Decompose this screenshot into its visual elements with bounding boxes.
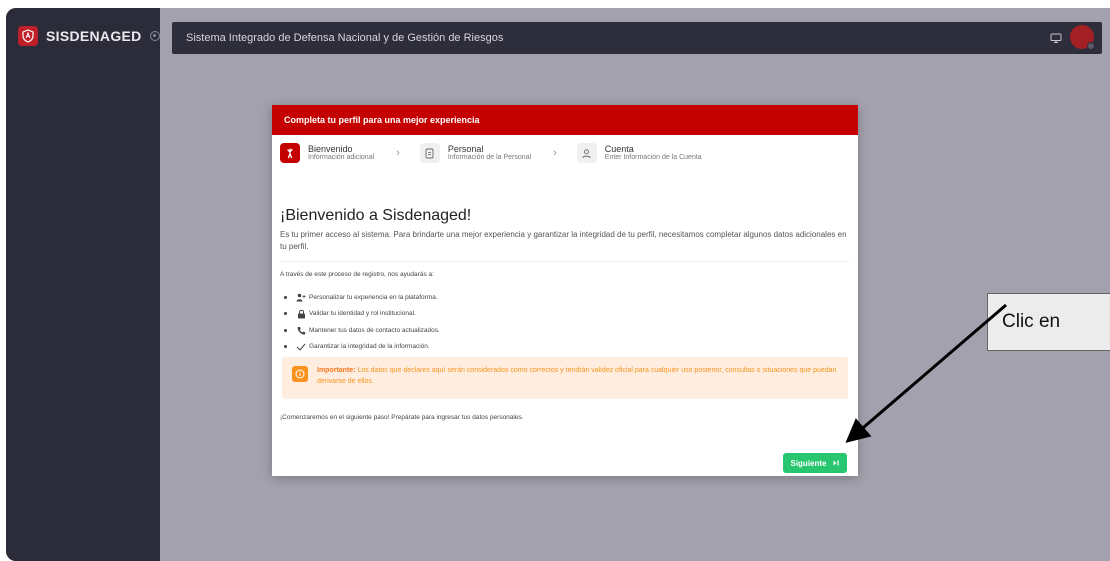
stepper: Bienvenido Información adicional › Perso… (280, 143, 702, 163)
system-title: Sistema Integrado de Defensa Nacional y … (186, 32, 504, 44)
brand-name: SISDENAGED (46, 28, 142, 44)
avatar[interactable] (1070, 25, 1095, 50)
welcome-description: Es tu primer acceso al sistema. Para bri… (280, 230, 847, 252)
alert-body: Los datos que declares aquí serán consid… (317, 367, 837, 386)
step-cuenta[interactable]: Cuenta Enter Información de la Cuenta (576, 143, 702, 163)
step-subtitle: Información adicional (308, 154, 375, 162)
monitor-icon[interactable] (1050, 31, 1062, 43)
topbar-actions (1050, 25, 1095, 50)
shield-logo-icon (18, 26, 38, 46)
closing-text: ¡Comenzaremos en el siguiente paso! Prep… (280, 414, 524, 421)
divider (280, 261, 850, 262)
document-icon (419, 143, 440, 163)
user-add-icon (296, 292, 306, 302)
alert-strong: Importante: (317, 367, 356, 374)
info-icon (292, 366, 308, 382)
chevron-right-icon: › (396, 147, 400, 159)
step-bienvenido[interactable]: Bienvenido Información adicional (280, 143, 374, 163)
status-dot (1087, 42, 1095, 50)
step-title: Cuenta (604, 143, 634, 154)
lock-icon (296, 309, 306, 319)
list-item: Personalizar tu experiencia en la plataf… (284, 289, 440, 306)
important-alert: Importante: Los datos que declares aquí … (282, 357, 848, 399)
next-button[interactable]: Siguiente (783, 453, 847, 473)
topbar: Sistema Integrado de Defensa Nacional y … (172, 22, 1102, 54)
list-item-text: Personalizar tu experiencia en la plataf… (309, 293, 438, 301)
user-icon (576, 143, 597, 163)
hand-wave-icon (280, 143, 300, 163)
app-frame: SISDENAGED Sistema Integrado de Defensa … (6, 8, 1110, 561)
step-title: Bienvenido (308, 143, 353, 154)
step-personal[interactable]: Personal Información de la Personal (419, 143, 532, 163)
callout-text: Clic en (1002, 311, 1061, 332)
instruction-callout: Clic en (987, 293, 1110, 351)
step-subtitle: Enter Información de la Cuenta (604, 154, 702, 162)
profile-modal: Completa tu perfil para una mejor experi… (272, 105, 858, 476)
welcome-section: ¡Bienvenido a Sisdenaged! Es tu primer a… (280, 207, 850, 254)
main-content: Sistema Integrado de Defensa Nacional y … (160, 8, 1110, 561)
list-item-text: Mantener tus datos de contacto actualiza… (309, 326, 440, 334)
list-item-text: Garantizar la integridad de la informaci… (309, 343, 430, 351)
intro-text: A través de este proceso de registro, no… (280, 271, 434, 278)
sidebar-toggle-icon[interactable] (149, 31, 160, 41)
list-item: Validar tu identidad y rol institucional… (284, 306, 440, 323)
phone-icon (296, 325, 306, 335)
benefits-list: Personalizar tu experiencia en la plataf… (284, 289, 440, 355)
welcome-title: ¡Bienvenido a Sisdenaged! (280, 207, 472, 224)
list-item-text: Validar tu identidad y rol institucional… (309, 310, 416, 318)
alert-message: Importante: Los datos que declares aquí … (317, 365, 838, 387)
list-item: Mantener tus datos de contacto actualiza… (284, 322, 440, 339)
brand[interactable]: SISDENAGED (18, 26, 160, 46)
next-button-label: Siguiente (790, 458, 827, 468)
chevron-right-icon: › (553, 147, 557, 159)
list-item: Garantizar la integridad de la informaci… (284, 339, 440, 356)
step-subtitle: Información de la Personal (447, 154, 532, 162)
check-icon (296, 342, 306, 352)
step-title: Personal (447, 143, 484, 154)
modal-header: Completa tu perfil para una mejor experi… (272, 105, 858, 135)
sidebar: SISDENAGED (6, 8, 160, 561)
skip-next-icon (833, 459, 840, 468)
